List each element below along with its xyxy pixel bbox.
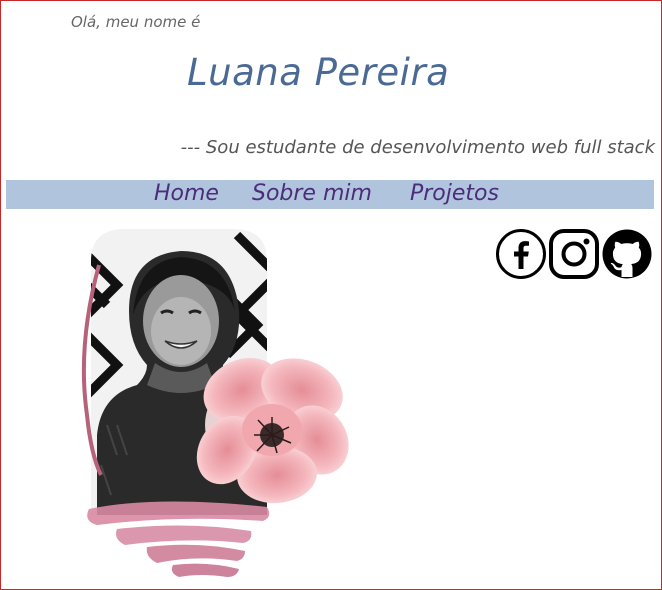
page-title: Luana Pereira [187, 51, 450, 94]
nav-link-home[interactable]: Home [154, 181, 219, 206]
tagline-text: --- Sou estudante de desenvolvimento web… [180, 137, 655, 158]
nav-link-projects[interactable]: Projetos [410, 181, 499, 206]
brush-strokes [87, 501, 270, 577]
page-frame: Olá, meu nome é Luana Pereira --- Sou es… [0, 0, 662, 590]
instagram-icon[interactable] [548, 228, 600, 280]
nav-bar: Home Sobre mim Projetos [6, 180, 654, 209]
profile-photo [81, 229, 349, 577]
social-links [495, 228, 655, 280]
greeting-text: Olá, meu nome é [71, 13, 201, 31]
facebook-icon[interactable] [495, 228, 547, 280]
github-icon[interactable] [601, 228, 653, 280]
nav-link-about[interactable]: Sobre mim [252, 181, 372, 206]
